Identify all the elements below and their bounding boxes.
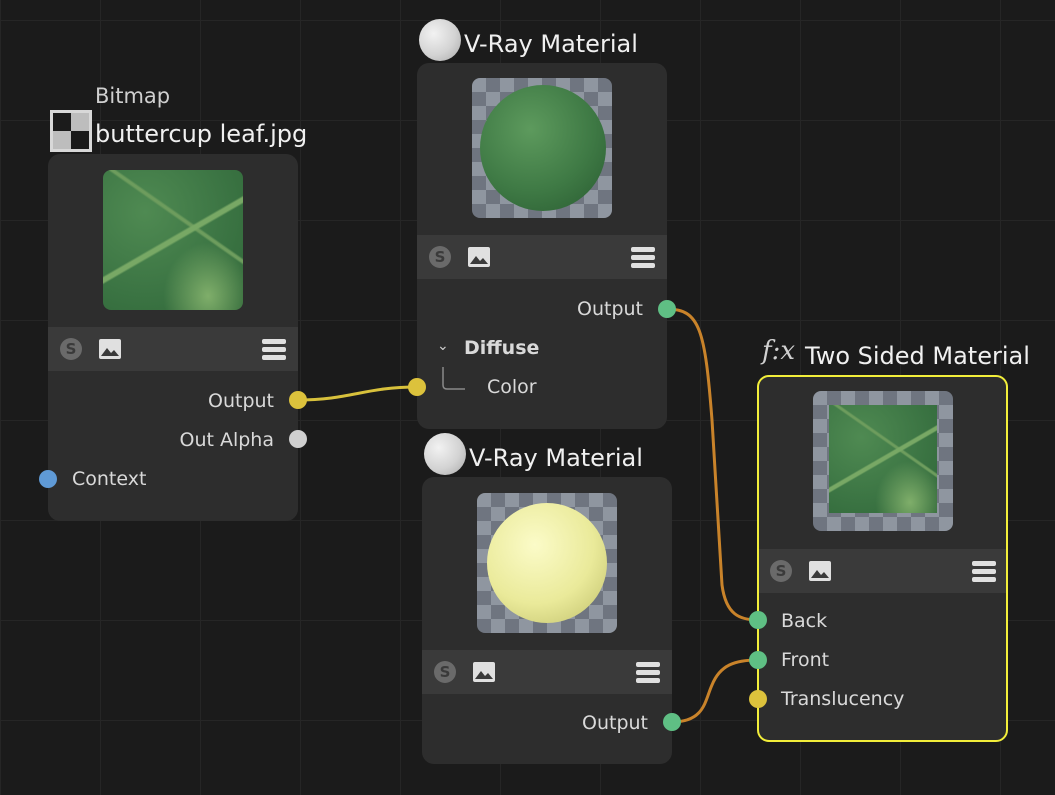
bitmap-title: buttercup leaf.jpg — [95, 120, 308, 148]
two-sided-material-toolbar: S — [759, 549, 1006, 593]
svg-text:S: S — [435, 248, 446, 266]
front-input-port[interactable] — [749, 651, 767, 669]
back-input-label: Back — [781, 610, 828, 632]
svg-text:S: S — [66, 340, 77, 358]
bitmap-output-label: Output — [208, 390, 274, 412]
image-icon[interactable] — [98, 337, 122, 361]
menu-icon[interactable] — [636, 660, 660, 684]
vray-material-1-node[interactable]: S Output ⌄ Diffuse Color — [417, 63, 667, 429]
chevron-down-icon[interactable]: ⌄ — [437, 338, 449, 354]
leaf-sphere — [480, 85, 606, 211]
vray-material-2-title: V-Ray Material — [469, 444, 643, 472]
two-sided-material-node[interactable]: S Back Front Translucency — [757, 375, 1008, 742]
leaf-plane — [829, 405, 937, 513]
bitmap-out-alpha-port[interactable] — [289, 430, 307, 448]
diffuse-color-label: Color — [487, 376, 537, 398]
sphere-icon — [424, 433, 466, 475]
translucency-input-port[interactable] — [749, 690, 767, 708]
vray-material-2-output-port[interactable] — [663, 713, 681, 731]
vray-material-1-title: V-Ray Material — [464, 30, 638, 58]
vray-material-1-output-label: Output — [577, 298, 643, 320]
bitmap-output-port[interactable] — [289, 391, 307, 409]
image-icon[interactable] — [467, 245, 491, 269]
vray-material-2-preview — [477, 493, 617, 633]
menu-icon[interactable] — [262, 337, 286, 361]
tree-connector — [442, 367, 465, 390]
diffuse-color-port[interactable] — [408, 378, 426, 396]
fx-icon: f:x — [762, 336, 796, 366]
bitmap-out-alpha-label: Out Alpha — [179, 429, 274, 451]
front-input-label: Front — [781, 649, 830, 671]
two-sided-material-preview — [813, 391, 953, 531]
vray-material-1-output-port[interactable] — [658, 300, 676, 318]
vray-material-2-output-label: Output — [582, 712, 648, 734]
shader-s-icon[interactable]: S — [428, 245, 452, 269]
shader-s-icon[interactable]: S — [59, 337, 83, 361]
sphere-icon — [419, 19, 461, 61]
wire-material2-to-front — [671, 658, 759, 724]
shader-s-icon[interactable]: S — [769, 559, 793, 583]
bitmap-preview — [103, 170, 243, 310]
vray-material-1-preview — [472, 78, 612, 218]
vray-material-2-node[interactable]: S Output — [422, 477, 672, 764]
svg-text:S: S — [440, 663, 451, 681]
bitmap-toolbar: S — [48, 327, 298, 371]
translucency-input-label: Translucency — [781, 688, 905, 710]
diffuse-section-header[interactable]: Diffuse — [464, 337, 539, 359]
bitmap-node[interactable]: S Output Out Alpha Context — [48, 154, 298, 521]
yellow-sphere — [487, 503, 607, 623]
wire-bitmap-to-diffuse — [297, 385, 418, 402]
bitmap-context-label: Context — [72, 468, 147, 490]
wire-material1-to-back — [666, 307, 759, 622]
shader-s-icon[interactable]: S — [433, 660, 457, 684]
menu-icon[interactable] — [972, 559, 996, 583]
vray-material-1-toolbar: S — [417, 235, 667, 279]
image-icon[interactable] — [472, 660, 496, 684]
two-sided-material-title: Two Sided Material — [805, 342, 1030, 370]
vray-material-2-toolbar: S — [422, 650, 672, 694]
image-icon[interactable] — [808, 559, 832, 583]
back-input-port[interactable] — [749, 611, 767, 629]
bitmap-context-port[interactable] — [39, 470, 57, 488]
menu-icon[interactable] — [631, 245, 655, 269]
bitmap-type-label: Bitmap — [95, 84, 171, 108]
checker-icon — [50, 110, 92, 152]
svg-text:S: S — [776, 562, 787, 580]
